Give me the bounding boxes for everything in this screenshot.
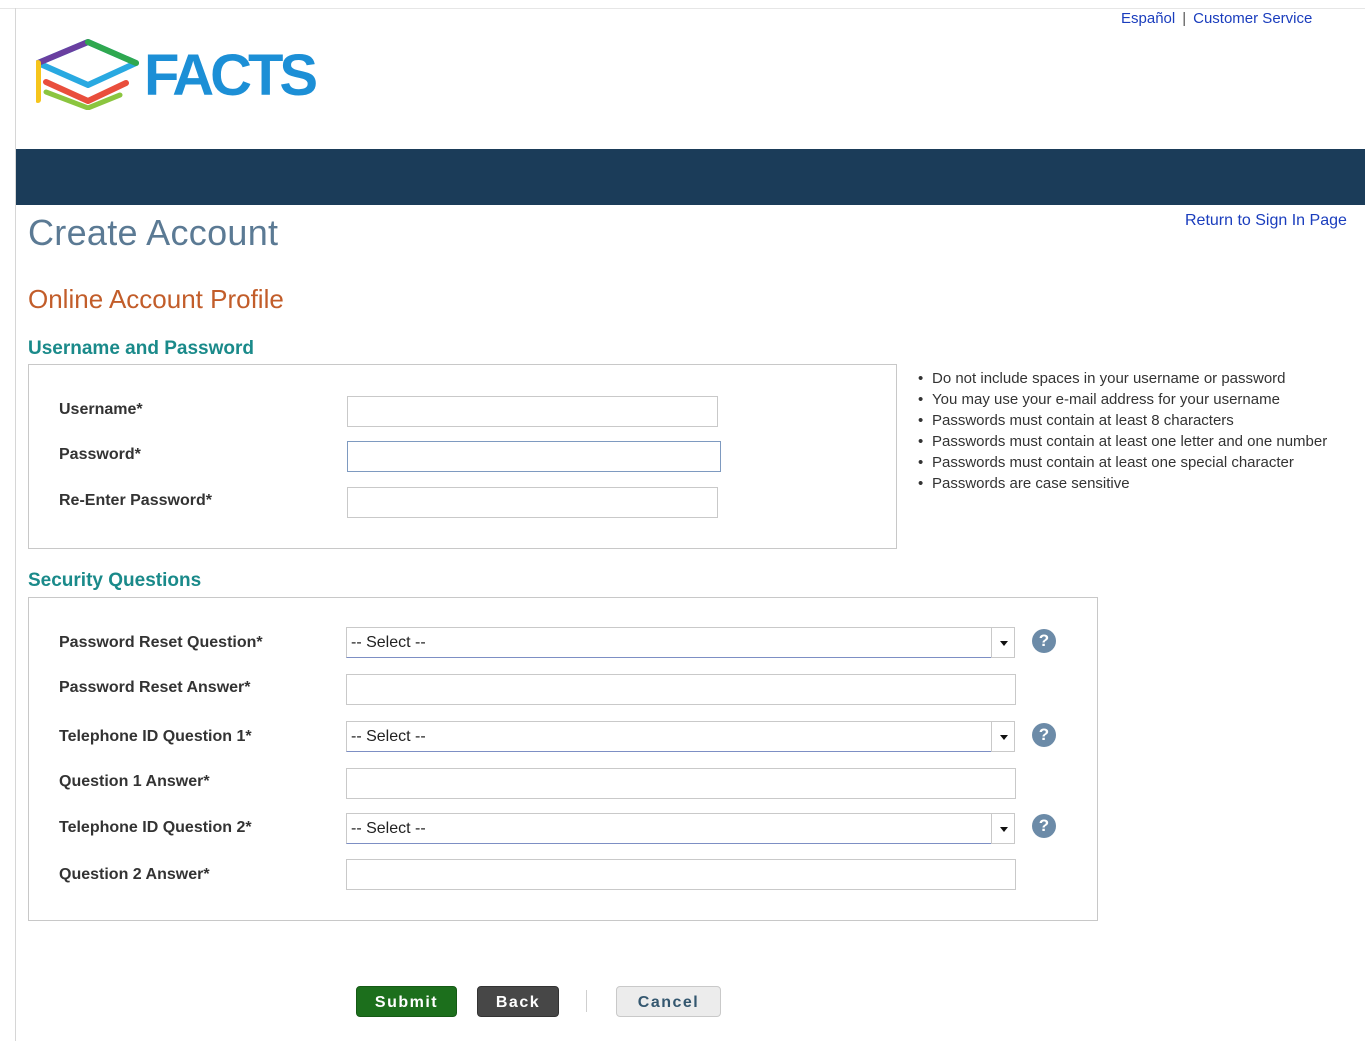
password-reset-question-select[interactable]: -- Select -- xyxy=(346,627,1015,658)
submit-button[interactable]: Submit xyxy=(356,986,457,1017)
password-rule-item: Passwords are case sensitive xyxy=(914,473,1365,494)
select-value: -- Select -- xyxy=(351,634,426,651)
logo-text: FACTS xyxy=(144,43,316,108)
select-value: -- Select -- xyxy=(351,728,426,745)
utility-links: Español | Customer Service xyxy=(1121,10,1312,27)
back-button[interactable]: Back xyxy=(477,986,559,1017)
help-icon[interactable]: ? xyxy=(1032,814,1056,838)
select-value: -- Select -- xyxy=(351,820,426,837)
link-separator: | xyxy=(1182,10,1187,27)
customer-service-link[interactable]: Customer Service xyxy=(1193,10,1312,27)
security-questions-title: Security Questions xyxy=(28,570,202,591)
telephone-id-question-1-label: Telephone ID Question 1* xyxy=(59,728,252,745)
facts-logo-icon: FACTS xyxy=(36,39,320,110)
top-border xyxy=(0,8,1365,9)
reenter-password-input[interactable] xyxy=(347,487,718,518)
telephone-id-question-2-label: Telephone ID Question 2* xyxy=(59,819,252,836)
telephone-id-question-1-select[interactable]: -- Select -- xyxy=(346,721,1015,752)
password-rule-item: You may use your e-mail address for your… xyxy=(914,389,1365,410)
section-title: Online Account Profile xyxy=(28,284,284,314)
username-password-title: Username and Password xyxy=(28,338,254,359)
password-input[interactable] xyxy=(347,441,721,472)
facts-logo[interactable]: FACTS xyxy=(36,38,336,110)
page-title: Create Account xyxy=(28,212,279,253)
chevron-down-icon[interactable] xyxy=(991,813,1015,844)
question-2-answer-input[interactable] xyxy=(346,859,1016,890)
espanol-link[interactable]: Español xyxy=(1121,10,1175,27)
password-rules-list: Do not include spaces in your username o… xyxy=(914,368,1365,494)
question-1-answer-input[interactable] xyxy=(346,768,1016,799)
username-password-fieldset: Username* Password* Re-Enter Password* xyxy=(28,364,897,549)
reenter-password-label: Re-Enter Password* xyxy=(59,492,212,509)
question-1-answer-label: Question 1 Answer* xyxy=(59,773,210,790)
password-reset-answer-label: Password Reset Answer* xyxy=(59,679,251,696)
password-label: Password* xyxy=(59,446,141,463)
return-to-sign-in-link[interactable]: Return to Sign In Page xyxy=(1185,212,1365,230)
security-questions-fieldset: Password Reset Question* -- Select -- ? … xyxy=(28,597,1098,921)
chevron-down-icon[interactable] xyxy=(991,721,1015,752)
question-2-answer-label: Question 2 Answer* xyxy=(59,866,210,883)
button-divider xyxy=(586,990,587,1012)
password-rule-item: Passwords must contain at least one spec… xyxy=(914,452,1365,473)
nav-bar xyxy=(16,149,1365,205)
chevron-down-icon[interactable] xyxy=(991,627,1015,658)
cancel-button[interactable]: Cancel xyxy=(616,986,721,1017)
help-icon[interactable]: ? xyxy=(1032,629,1056,653)
username-input[interactable] xyxy=(347,396,718,427)
password-rule-item: Passwords must contain at least 8 charac… xyxy=(914,410,1365,431)
help-icon[interactable]: ? xyxy=(1032,723,1056,747)
password-rule-item: Passwords must contain at least one lett… xyxy=(914,431,1365,452)
password-rule-item: Do not include spaces in your username o… xyxy=(914,368,1365,389)
password-reset-answer-input[interactable] xyxy=(346,674,1016,705)
password-reset-question-label: Password Reset Question* xyxy=(59,634,263,651)
username-label: Username* xyxy=(59,401,143,418)
telephone-id-question-2-select[interactable]: -- Select -- xyxy=(346,813,1015,844)
